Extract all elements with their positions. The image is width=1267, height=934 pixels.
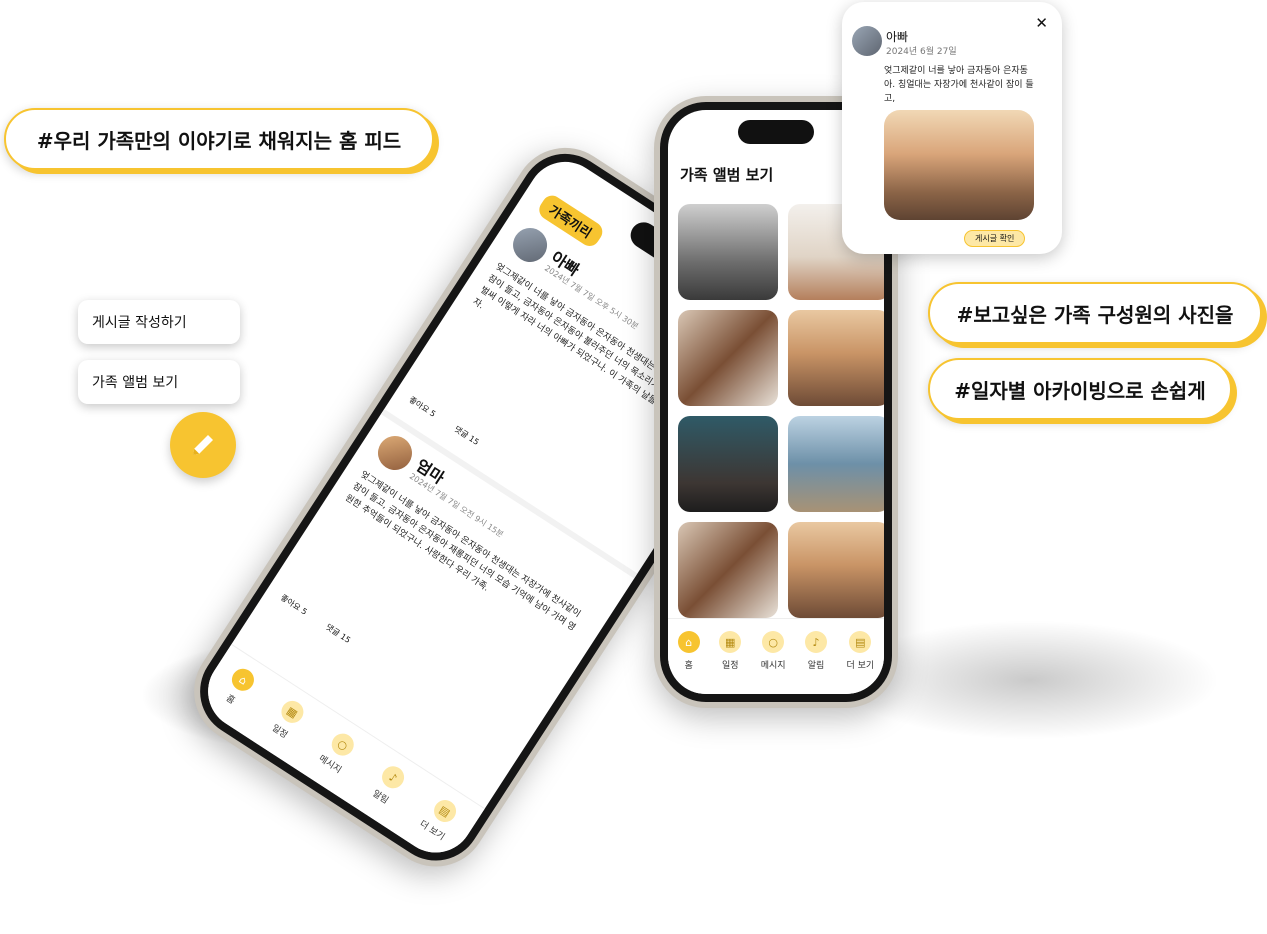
nav-more[interactable]: ▤ 더 보기 — [417, 794, 462, 843]
nav-schedule[interactable]: ▦ 일정 — [267, 696, 308, 743]
write-post-button[interactable]: 게시글 작성하기 — [78, 300, 240, 344]
nav-alarm[interactable]: ♪ 알림 — [368, 762, 409, 808]
nav-label: 알림 — [807, 661, 825, 671]
grid-icon: ▤ — [849, 631, 872, 653]
album-photo[interactable] — [678, 522, 778, 618]
pencil-icon — [193, 435, 213, 455]
bottom-nav: ⌂ 홈 ▦ 일정 ○ 메시지 ♪ 알림 ▤ 더 보기 — [668, 618, 884, 694]
bell-icon: ♪ — [378, 762, 409, 793]
nav-label: 홈 — [223, 693, 237, 707]
dynamic-island — [738, 120, 814, 144]
home-icon: ⌂ — [228, 664, 259, 696]
comment-count[interactable]: 댓글 15 — [452, 424, 481, 448]
nav-home[interactable]: ⌂ 홈 — [218, 664, 259, 711]
nav-label: 홈 — [684, 661, 693, 671]
nav-message[interactable]: ○ 메시지 — [761, 631, 786, 671]
view-album-button[interactable]: 가족 앨범 보기 — [78, 360, 240, 404]
like-count[interactable]: 좋아요 5 — [407, 394, 438, 419]
message-icon: ○ — [327, 729, 359, 760]
like-count[interactable]: 좋아요 5 — [278, 592, 309, 617]
nav-message[interactable]: ○ 메시지 — [317, 729, 360, 776]
avatar — [371, 429, 419, 477]
avatar — [506, 221, 554, 269]
grid-icon: ▤ — [429, 795, 461, 827]
nav-schedule[interactable]: ▦ 일정 — [719, 631, 742, 671]
close-icon[interactable]: ✕ — [1035, 14, 1048, 32]
popup-body: 엊그제같이 너를 낳아 금자동아 은자동아. 칭얼대는 자장가에 천사같이 잠이… — [884, 66, 1034, 104]
post-preview-popup: 아빠 2024년 6월 27일 ✕ 엊그제같이 너를 낳아 금자동아 은자동아.… — [842, 2, 1062, 254]
confirm-post-button[interactable]: 게시글 확인 — [964, 230, 1026, 247]
popup-date: 2024년 6월 27일 — [886, 47, 957, 57]
write-fab-button[interactable] — [170, 412, 236, 478]
album-photo[interactable] — [678, 204, 778, 300]
album-photo[interactable] — [788, 522, 884, 618]
nav-more[interactable]: ▤ 더 보기 — [846, 631, 875, 671]
tag-home-feed: #우리 가족만의 이야기로 채워지는 홈 피드 — [4, 108, 434, 170]
calendar-icon: ▦ — [277, 696, 308, 728]
calendar-icon: ▦ — [719, 631, 742, 653]
album-photo[interactable] — [788, 310, 884, 406]
nav-label: 메시지 — [760, 661, 786, 671]
popup-photo[interactable] — [884, 110, 1034, 220]
tag-archive: #일자별 아카이빙으로 손쉽게 — [928, 358, 1232, 420]
nav-label: 일정 — [269, 723, 290, 741]
nav-alarm[interactable]: ♪ 알림 — [805, 631, 828, 671]
popup-author: 아빠 — [886, 30, 909, 44]
tag-photos: #보고싶은 가족 구성원의 사진을 — [928, 282, 1262, 344]
album-photo[interactable] — [678, 310, 778, 406]
avatar — [852, 26, 882, 56]
nav-label: 알림 — [370, 788, 390, 807]
bell-icon: ♪ — [805, 631, 828, 653]
photo-grid — [678, 204, 884, 618]
album-photo[interactable] — [678, 416, 778, 512]
nav-home[interactable]: ⌂ 홈 — [677, 631, 700, 671]
nav-label: 더 보기 — [846, 661, 875, 671]
comment-count[interactable]: 댓글 15 — [324, 622, 353, 646]
album-photo[interactable] — [788, 416, 884, 512]
nav-label: 일정 — [721, 661, 739, 671]
home-icon: ⌂ — [677, 631, 700, 653]
page-title: 가족 앨범 보기 — [680, 166, 774, 184]
message-icon: ○ — [762, 631, 785, 653]
